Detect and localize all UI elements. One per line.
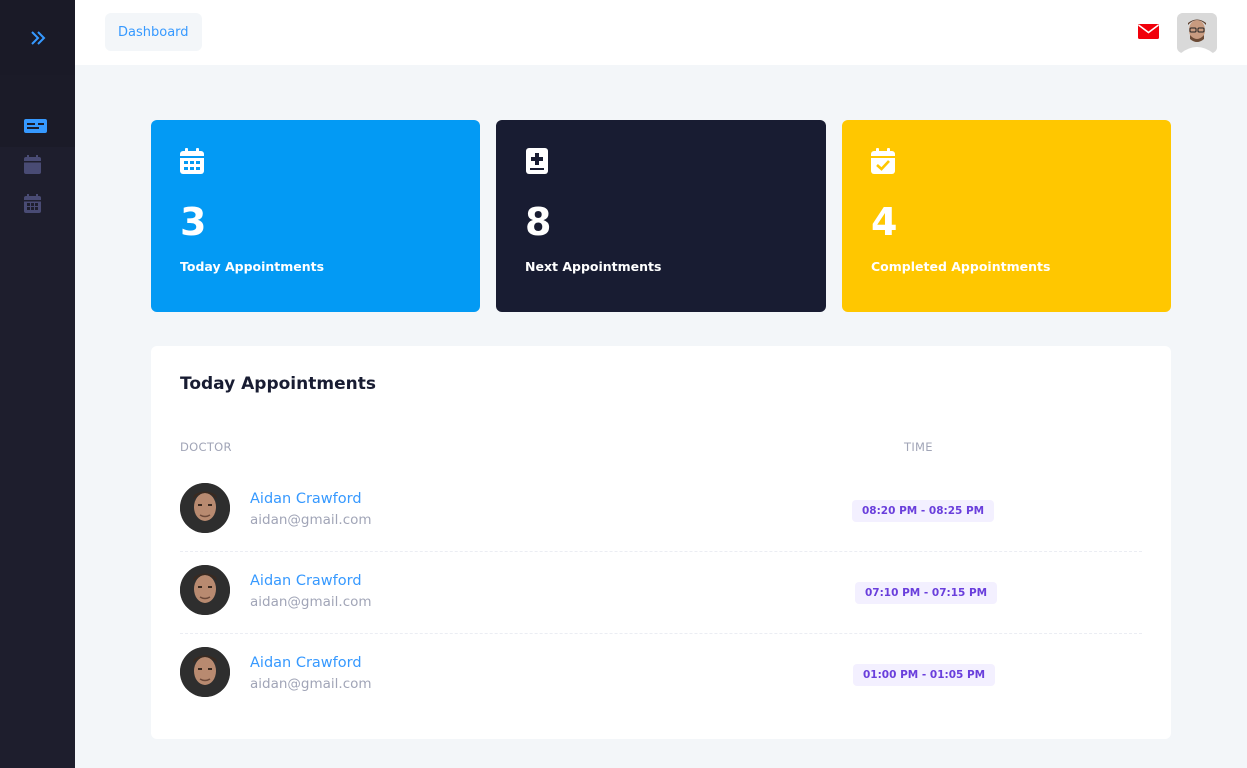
doctor-avatar bbox=[180, 483, 230, 533]
stat-card-next[interactable]: 8 Next Appointments bbox=[496, 120, 826, 312]
panel-title: Today Appointments bbox=[180, 374, 376, 394]
sidebar-spacer bbox=[0, 75, 75, 108]
calendar-icon bbox=[24, 155, 41, 178]
time-badge: 08:20 PM - 08:25 PM bbox=[852, 500, 995, 522]
stat-label: Completed Appointments bbox=[871, 259, 1051, 274]
sidebar-header bbox=[0, 0, 75, 75]
doctor-email: aidan@gmail.com bbox=[250, 594, 372, 610]
envelope-icon[interactable] bbox=[1137, 22, 1159, 40]
stat-value: 4 bbox=[871, 200, 898, 244]
doctor-name-link[interactable]: Aidan Crawford bbox=[250, 573, 362, 589]
breadcrumb-dashboard[interactable]: Dashboard bbox=[105, 13, 202, 51]
today-appointments-panel: Today Appointments DOCTOR TIME Aidan Cra… bbox=[151, 346, 1171, 739]
calendar-grid-icon bbox=[24, 194, 41, 217]
time-badge: 07:10 PM - 07:15 PM bbox=[855, 582, 998, 604]
top-header: Dashboard bbox=[75, 0, 1247, 65]
doctor-name-link[interactable]: Aidan Crawford bbox=[250, 491, 362, 507]
doctor-avatar bbox=[180, 647, 230, 697]
column-header-doctor: DOCTOR bbox=[180, 440, 232, 454]
column-header-time: TIME bbox=[904, 440, 933, 454]
doctor-name-link[interactable]: Aidan Crawford bbox=[250, 655, 362, 671]
sidebar-item-calendar[interactable] bbox=[0, 147, 75, 186]
sidebar-item-dashboard[interactable] bbox=[0, 108, 75, 147]
stat-card-completed[interactable]: 4 Completed Appointments bbox=[842, 120, 1171, 312]
medical-book-icon bbox=[525, 148, 549, 174]
table-row: Aidan Crawford aidan@gmail.com 08:20 PM … bbox=[180, 470, 1142, 552]
calendar-grid-icon bbox=[180, 148, 204, 174]
sidebar-item-schedule[interactable] bbox=[0, 186, 75, 225]
sidebar bbox=[0, 0, 75, 768]
stat-label: Next Appointments bbox=[525, 259, 662, 274]
user-avatar[interactable] bbox=[1177, 13, 1217, 53]
calendar-check-icon bbox=[871, 148, 895, 174]
id-card-icon bbox=[24, 118, 47, 137]
double-chevron-right-icon[interactable] bbox=[23, 23, 53, 53]
stat-value: 8 bbox=[525, 200, 552, 244]
table-row: Aidan Crawford aidan@gmail.com 07:10 PM … bbox=[180, 552, 1142, 634]
stat-value: 3 bbox=[180, 200, 207, 244]
stat-card-today[interactable]: 3 Today Appointments bbox=[151, 120, 480, 312]
doctor-email: aidan@gmail.com bbox=[250, 512, 372, 528]
doctor-avatar bbox=[180, 565, 230, 615]
time-badge: 01:00 PM - 01:05 PM bbox=[853, 664, 996, 686]
doctor-email: aidan@gmail.com bbox=[250, 676, 372, 692]
sidebar-nav bbox=[0, 108, 75, 225]
table-row: Aidan Crawford aidan@gmail.com 01:00 PM … bbox=[180, 634, 1142, 716]
stat-label: Today Appointments bbox=[180, 259, 325, 274]
